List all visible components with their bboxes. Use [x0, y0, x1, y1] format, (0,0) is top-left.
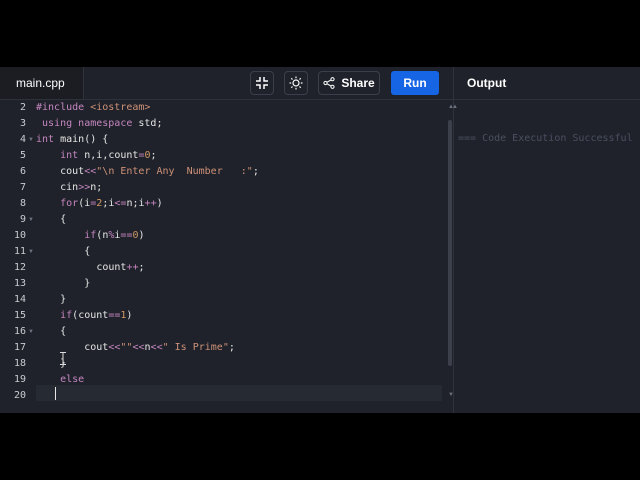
output-scroll-up-icon[interactable]: ▲: [452, 104, 458, 110]
run-button[interactable]: Run: [391, 71, 439, 95]
line-number: 15: [13, 310, 26, 321]
line-number: 7: [19, 182, 26, 193]
line-number: 12: [13, 262, 26, 273]
output-panel: ▲ === Code Execution Successful: [452, 100, 640, 413]
code-line[interactable]: cin>>n;: [36, 180, 102, 196]
fold-toggle-icon[interactable]: ▼: [28, 212, 34, 228]
line-number-gutter: 2 3 4 ▼ 5 6 7 8 9 ▼ 10 11 ▼ 12 13 14 15 16 ▼ 17 18 19 20: [0, 100, 34, 413]
line-number: 10: [13, 230, 26, 241]
line-number: 17: [13, 342, 26, 353]
fold-toggle-icon[interactable]: ▼: [28, 132, 34, 148]
text-cursor: [55, 387, 56, 400]
code-line[interactable]: {: [36, 212, 66, 228]
output-title: Output: [467, 76, 507, 90]
editor-scrollbar[interactable]: [448, 120, 452, 366]
brightness-icon: [289, 76, 303, 90]
ibeam-cursor-icon: [60, 352, 66, 365]
theme-toggle-button[interactable]: [284, 71, 308, 95]
tab-main-cpp[interactable]: main.cpp: [0, 67, 84, 99]
code-line[interactable]: int main() {: [36, 132, 108, 148]
code-line[interactable]: if(count==1): [36, 308, 132, 324]
line-number: 9: [19, 214, 26, 225]
line-number: 16: [13, 326, 26, 337]
line-number: 4: [19, 134, 26, 145]
code-line[interactable]: {: [36, 324, 66, 340]
collapse-button[interactable]: [250, 71, 274, 95]
code-line[interactable]: }: [36, 292, 66, 308]
active-line-highlight: [36, 385, 442, 401]
line-number: 5: [19, 150, 26, 161]
code-line[interactable]: for(i=2;i<=n;i++): [36, 196, 163, 212]
code-line[interactable]: count++;: [36, 260, 144, 276]
code-line[interactable]: {: [36, 244, 90, 260]
line-number: 8: [19, 198, 26, 209]
line-number: 11: [13, 246, 26, 257]
line-number: 14: [13, 294, 26, 305]
code-line[interactable]: using namespace std;: [36, 116, 162, 132]
line-number: 19: [13, 374, 26, 385]
top-toolbar: main.cpp Share Run Output: [0, 67, 640, 100]
line-number: 13: [13, 278, 26, 289]
code-line[interactable]: }: [36, 276, 90, 292]
code-editor[interactable]: 2 3 4 ▼ 5 6 7 8 9 ▼ 10 11 ▼ 12 13 14 15 16 ▼ 17 18 19 20 #incl…: [0, 100, 454, 413]
line-number: 3: [19, 118, 26, 129]
code-line[interactable]: int n,i,count=0;: [36, 148, 156, 164]
fold-toggle-icon[interactable]: ▼: [28, 324, 34, 340]
fold-toggle-icon[interactable]: ▼: [28, 244, 34, 260]
share-icon: [323, 77, 335, 89]
output-message: === Code Execution Successful: [458, 133, 633, 144]
line-number: 20: [13, 390, 26, 401]
code-line[interactable]: #include <iostream>: [36, 100, 150, 116]
code-line[interactable]: cout<<"\n Enter Any Number :";: [36, 164, 259, 180]
online-compiler-app: main.cpp Share Run Output 2 3 4 ▼ 5 6 7 …: [0, 67, 640, 413]
share-button[interactable]: Share: [318, 71, 380, 95]
line-number: 6: [19, 166, 26, 177]
code-line[interactable]: if(n%i==0): [36, 228, 144, 244]
collapse-icon: [256, 77, 268, 89]
share-label: Share: [341, 76, 375, 90]
code-line[interactable]: else: [36, 372, 84, 388]
line-number: 18: [13, 358, 26, 369]
line-number: 2: [19, 102, 26, 113]
